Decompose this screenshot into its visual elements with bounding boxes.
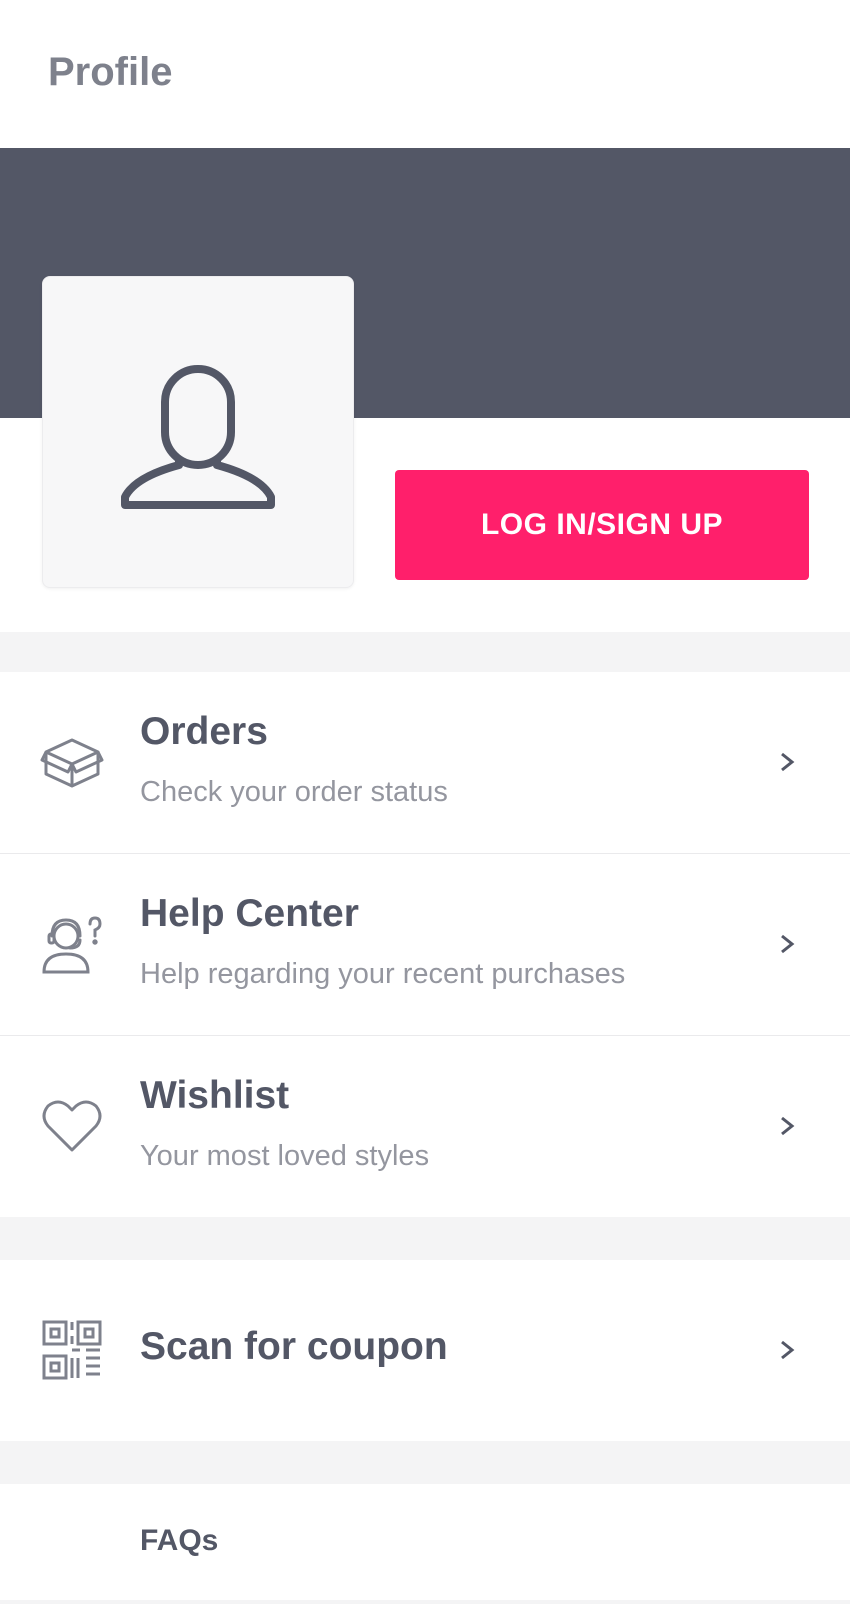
menu-item-subtitle: Check your order status: [140, 776, 448, 808]
faq-label: FAQs: [140, 1524, 219, 1557]
menu-item-wishlist[interactable]: Wishlist Your most loved styles: [0, 1036, 850, 1217]
support-agent-icon: [40, 912, 104, 976]
page-title: Profile: [48, 50, 173, 94]
menu-item-orders[interactable]: Orders Check your order status: [0, 672, 850, 854]
chevron-right-icon: [781, 934, 795, 954]
chevron-right-icon: [781, 752, 795, 772]
menu-item-label: Help Center: [140, 892, 359, 935]
qr-code-icon: [40, 1318, 104, 1382]
heart-icon: [40, 1094, 104, 1158]
account-menu: Orders Check your order status Help Cent…: [0, 672, 850, 1217]
menu-item-label: Scan for coupon: [140, 1325, 448, 1368]
user-silhouette-icon: [121, 365, 275, 509]
box-icon: [40, 730, 104, 794]
menu-item-scan-coupon[interactable]: Scan for coupon: [0, 1260, 850, 1441]
coupon-section: Scan for coupon: [0, 1260, 850, 1441]
menu-item-label: Wishlist: [140, 1074, 290, 1117]
avatar[interactable]: [42, 276, 354, 588]
menu-item-subtitle: Help regarding your recent purchases: [140, 958, 626, 990]
app-header: Profile: [0, 0, 850, 148]
chevron-right-icon: [781, 1116, 795, 1136]
menu-item-label: Orders: [140, 710, 268, 753]
chevron-right-icon: [781, 1340, 795, 1360]
menu-item-subtitle: Your most loved styles: [140, 1140, 430, 1172]
faq-section: FAQs: [0, 1484, 850, 1600]
faq-link[interactable]: FAQs: [0, 1484, 850, 1604]
menu-item-help-center[interactable]: Help Center Help regarding your recent p…: [0, 854, 850, 1036]
login-signup-button[interactable]: LOG IN/SIGN UP: [395, 470, 809, 580]
